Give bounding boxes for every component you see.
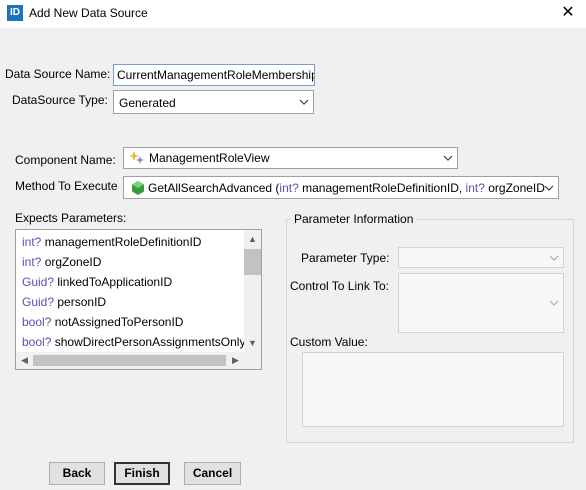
- custom-value-textarea[interactable]: [302, 352, 564, 427]
- parameter-type-select[interactable]: [398, 247, 564, 268]
- method-label: Method To Execute: [15, 179, 118, 193]
- method-param2-name: orgZoneID: [484, 181, 545, 195]
- vertical-scroll-thumb[interactable]: [244, 249, 261, 275]
- expects-parameters-label: Expects Parameters:: [15, 211, 127, 225]
- param-name: managementRoleDefinitionID: [44, 235, 202, 249]
- cancel-button[interactable]: Cancel: [184, 462, 241, 485]
- list-item[interactable]: Guid? personID: [22, 292, 106, 312]
- data-source-name-input[interactable]: CurrentManagementRoleMembershipA: [113, 64, 315, 86]
- param-name: personID: [57, 295, 107, 309]
- finish-button[interactable]: Finish: [114, 462, 170, 485]
- param-type: Guid?: [22, 275, 55, 289]
- custom-value-label: Custom Value:: [290, 335, 368, 349]
- title-bar: ID Add New Data Source ✕: [0, 0, 586, 28]
- back-button[interactable]: Back: [49, 462, 105, 485]
- param-type: int?: [22, 255, 42, 269]
- chevron-down-icon: [549, 300, 559, 306]
- chevron-down-icon: [549, 255, 559, 261]
- method-param1-type: int?: [279, 181, 299, 195]
- list-item[interactable]: int? orgZoneID: [22, 252, 101, 272]
- scroll-up-icon[interactable]: ▲: [244, 231, 261, 248]
- param-name: notAssignedToPersonID: [54, 315, 184, 329]
- data-source-type-select[interactable]: Generated: [113, 90, 314, 114]
- close-button[interactable]: ✕: [553, 2, 583, 26]
- component-name-label: Component Name:: [15, 153, 116, 167]
- method-param2-type: int?: [465, 181, 485, 195]
- scroll-right-icon[interactable]: ▶: [227, 352, 244, 369]
- chevron-down-icon: [299, 99, 309, 105]
- green-method-cube-icon: [132, 181, 144, 195]
- param-name: orgZoneID: [44, 255, 102, 269]
- method-param1-name: managementRoleDefinitionID,: [298, 181, 466, 195]
- parameter-information-title: Parameter Information: [291, 212, 417, 226]
- param-name: showDirectPersonAssignmentsOnly: [54, 335, 244, 349]
- param-type: int?: [22, 235, 42, 249]
- param-type: bool?: [22, 315, 52, 329]
- parameters-list[interactable]: int? managementRoleDefinitionID int? org…: [15, 229, 262, 370]
- scroll-corner: [244, 352, 261, 369]
- chevron-down-icon: [443, 155, 453, 161]
- parameter-type-label: Parameter Type:: [301, 251, 390, 265]
- method-name: GetAllSearchAdvanced: [148, 181, 273, 195]
- param-type: bool?: [22, 335, 52, 349]
- scroll-left-icon[interactable]: ◀: [16, 352, 33, 369]
- component-sparkle-icon: [129, 151, 144, 164]
- list-item[interactable]: bool? showDirectPersonAssignmentsOnly: [22, 332, 244, 352]
- list-item[interactable]: Guid? linkedToApplicationID: [22, 272, 172, 292]
- control-to-link-select[interactable]: [398, 273, 564, 333]
- data-source-name-label: Data Source Name:: [5, 67, 111, 81]
- param-type: Guid?: [22, 295, 55, 309]
- data-source-type-label: DataSource Type:: [12, 93, 108, 107]
- app-icon: ID: [7, 5, 23, 21]
- component-name-value: ManagementRoleView: [149, 151, 270, 165]
- scroll-down-icon[interactable]: ▼: [244, 335, 261, 352]
- method-select[interactable]: GetAllSearchAdvanced (int? managementRol…: [123, 176, 559, 199]
- param-name: linkedToApplicationID: [57, 275, 173, 289]
- window-title: Add New Data Source: [29, 6, 148, 20]
- list-item[interactable]: int? managementRoleDefinitionID: [22, 232, 201, 252]
- component-name-select[interactable]: ManagementRoleView: [123, 147, 458, 169]
- chevron-down-icon: [544, 185, 554, 191]
- data-source-type-value: Generated: [119, 96, 176, 110]
- horizontal-scroll-thumb[interactable]: [33, 355, 226, 366]
- list-item[interactable]: bool? notAssignedToPersonID: [22, 312, 183, 332]
- control-to-link-label: Control To Link To:: [290, 279, 389, 293]
